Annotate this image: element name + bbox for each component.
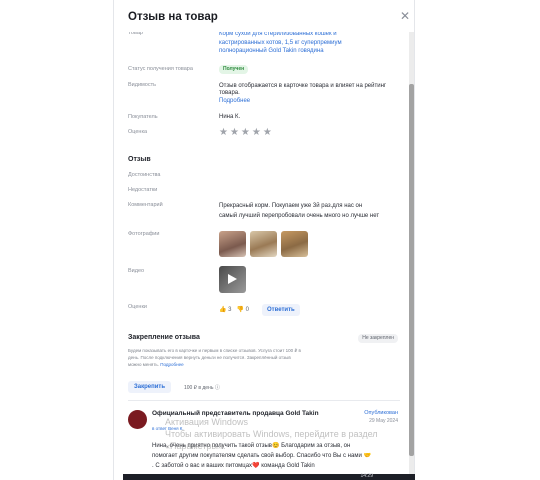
info-icon[interactable]: ⓘ (215, 385, 220, 391)
visibility-label: Видимость (128, 82, 156, 88)
product-name-line2[interactable]: кастрированных котов, 1,5 кг суперпремиу… (219, 39, 342, 47)
photos-label: Фотографии (128, 231, 160, 237)
answer-line3: . С заботой о вас и ваших питомцах❤️ ком… (152, 463, 315, 469)
background-right (415, 0, 540, 480)
score-label: Оценки (128, 304, 147, 310)
thumbs-up-icon[interactable]: 👍 (219, 307, 226, 313)
seller-avatar (128, 410, 147, 429)
pin-desc-line3-text: можно менять. (128, 362, 159, 367)
seller-name: Официальный представитель продавца Gold … (152, 410, 319, 417)
pin-more-link[interactable]: Подробнее (160, 362, 183, 367)
review-modal: Отзыв на товар ✕ Товар Корм сухой для ст… (113, 0, 415, 480)
close-icon[interactable]: ✕ (400, 9, 410, 23)
buyer-name: Нина К. (219, 114, 241, 120)
status-label: Статус получения товара (128, 66, 193, 72)
answer-date: 29 May 2024 (369, 418, 398, 424)
thumbs-down-icon[interactable]: 👎 (237, 307, 244, 313)
background-left (0, 0, 113, 480)
votes: 👍 3 👎 0 (219, 306, 249, 313)
pin-price-value: 100 ₽ (184, 385, 197, 391)
answer-line2: помогает другим покупателям сделать свой… (152, 453, 371, 459)
status-badge: Получен (219, 65, 249, 74)
pin-status-badge: Не закреплен (358, 334, 398, 343)
visibility-more-link[interactable]: Подробнее (219, 97, 250, 105)
rating-stars: ★★★★★ (219, 127, 274, 138)
pin-desc-line2: день. После подключения вернуть деньги н… (128, 355, 291, 360)
cons-label: Недостатки (128, 187, 158, 193)
video-label: Видео (128, 268, 145, 274)
rating-label: Оценка (128, 129, 148, 135)
taskbar-time: 14:29 (360, 473, 373, 479)
review-video[interactable] (219, 266, 246, 293)
scrollbar[interactable] (409, 0, 414, 480)
reply-button[interactable]: Ответить (262, 304, 300, 316)
answer-status: Опубликован (364, 410, 398, 416)
answer-line1: Нина, очень приятно получить такой отзыв… (152, 443, 351, 449)
pin-heading: Закрепление отзыва (128, 334, 200, 341)
taskbar: 14:29 (123, 473, 415, 480)
pin-price-suffix: в день (198, 385, 214, 391)
seller-reply-to[interactable]: в ответ Веня К. (152, 426, 184, 431)
comment-line1: Прекрасный корм. Покупаем уже 3й раз.для… (219, 203, 363, 209)
play-icon (228, 274, 237, 284)
pin-button[interactable]: Закрепить (128, 381, 172, 393)
review-heading: Отзыв (128, 156, 151, 163)
pros-label: Достоинства (128, 172, 161, 178)
likes-count: 3 (228, 307, 232, 313)
buyer-label: Покупатель (128, 114, 158, 120)
divider (128, 400, 400, 401)
visibility-text-line2: товара. (219, 90, 240, 96)
pin-description: Будем показывать его в карточке и первым… (128, 347, 358, 368)
comment-line2: самый лучший перепробовали очень много н… (219, 213, 380, 219)
modal-header: Отзыв на товар ✕ (114, 0, 414, 32)
pin-desc-line1: Будем показывать его в карточке и первым… (128, 348, 301, 353)
answer-text: Нина, очень приятно получить такой отзыв… (152, 441, 402, 471)
review-photo-2[interactable] (250, 231, 277, 257)
pin-price: 100 ₽ в день ⓘ (184, 384, 220, 391)
review-photo-3[interactable] (281, 231, 308, 257)
review-photo-1[interactable] (219, 231, 246, 257)
scrollbar-thumb[interactable] (409, 84, 414, 456)
modal-title: Отзыв на товар (128, 11, 218, 23)
comment-label: Комментарий (128, 202, 163, 208)
visibility-text-line1: Отзыв отображается в карточке товара и в… (219, 83, 387, 89)
product-name-line3[interactable]: полнорационный Gold Takin говядина (219, 47, 324, 55)
pin-desc-line3: можно менять. Подробнее (128, 361, 358, 368)
dislikes-count: 0 (245, 307, 250, 313)
